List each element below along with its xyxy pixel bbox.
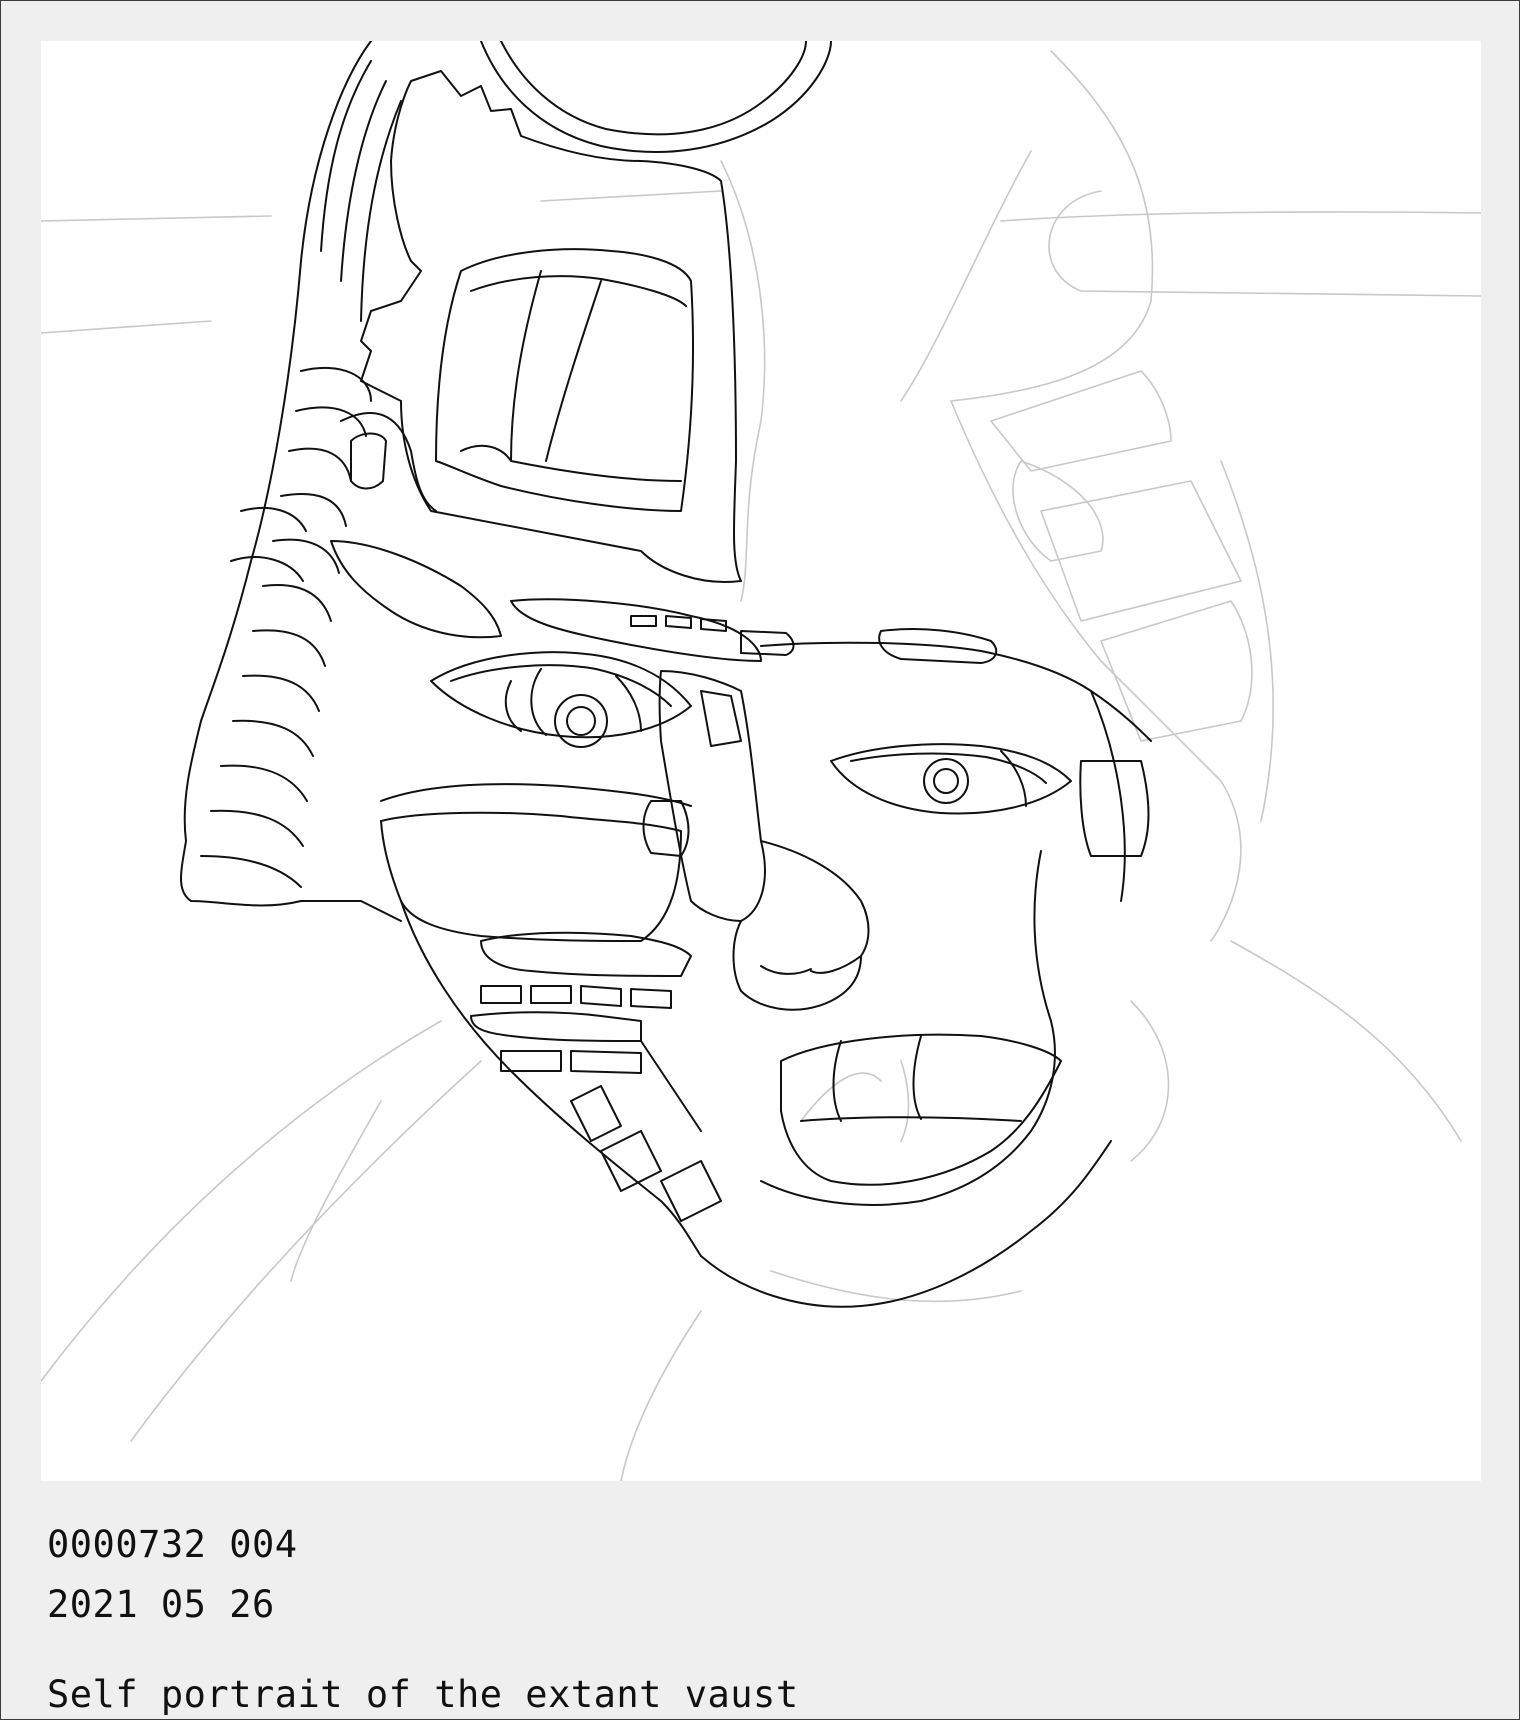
line-art-portrait [41, 41, 1481, 1481]
catalog-number: 0000732 004 [47, 1523, 298, 1566]
artwork-title: Self portrait of the extant vaust [47, 1673, 799, 1716]
main-line-art [180, 41, 1152, 1308]
artwork-card: 0000732 004 2021 05 26 Self portrait of … [0, 0, 1520, 1720]
background-sketch-lines [41, 50, 1481, 1481]
artwork-date: 2021 05 26 [47, 1583, 275, 1626]
artwork-frame [41, 41, 1481, 1481]
